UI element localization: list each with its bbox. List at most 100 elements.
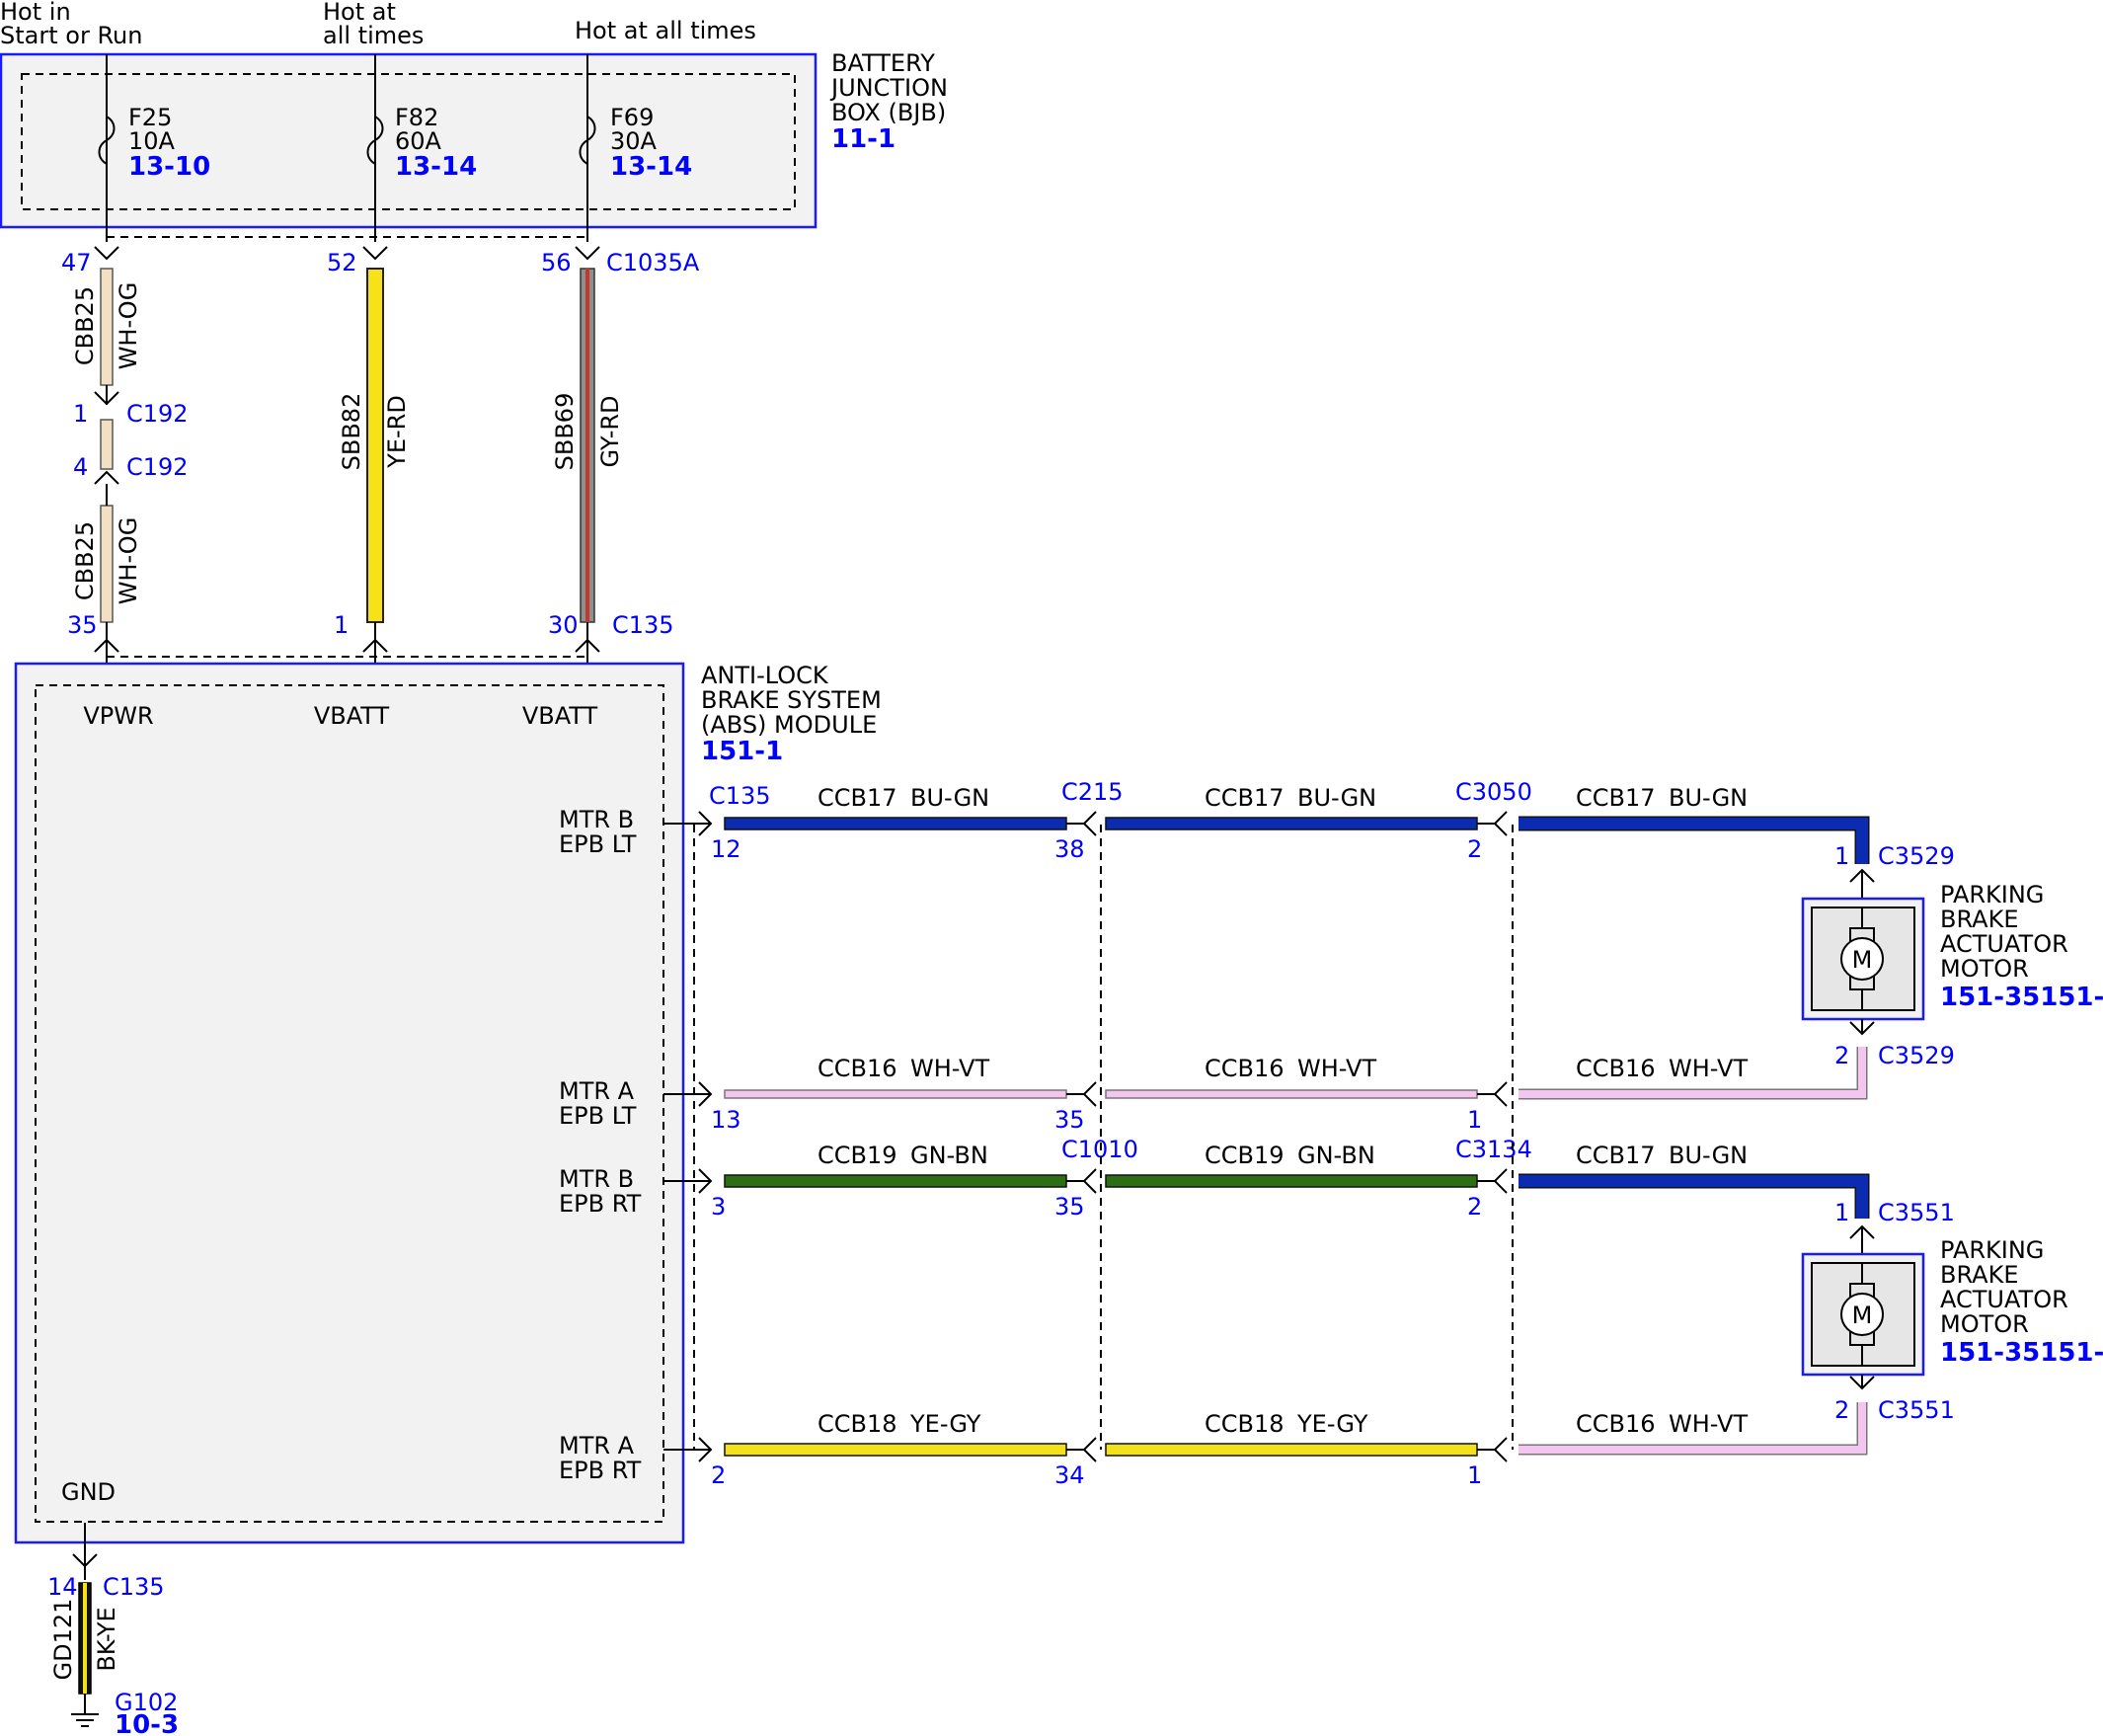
motor-pin-bottom: 2 [1834, 1042, 1849, 1069]
abs-ref: 151-1 [701, 737, 783, 766]
seg3-color: WH-VT [1669, 1410, 1748, 1438]
pin-a: 2 [711, 1461, 726, 1489]
battery-junction-box: BATTERY JUNCTION BOX (BJB) 11-1 F25 10A 13… [0, 49, 948, 242]
right-connector-label: C3134 [1455, 1136, 1532, 1163]
motor-pin-top: 1 [1834, 1199, 1849, 1226]
seg1-circuit: CCB17 [818, 784, 897, 812]
wire-sbb69-color: GY-RD [596, 395, 624, 467]
wire-ccb19-seg1 [724, 1174, 1067, 1188]
c192-pin-1: 1 [73, 400, 88, 428]
motor-connector-bottom: C3529 [1878, 1042, 1955, 1069]
wire-ccb18-seg1 [724, 1443, 1067, 1457]
wiring-diagram: Hot in Start or Run Hot at all times Hot a… [0, 0, 2103, 1736]
pin-a: 13 [711, 1106, 741, 1134]
chevron-left-icon [1493, 811, 1508, 836]
pin-47: 47 [61, 249, 92, 276]
wire-cbb25-jumper [100, 419, 114, 470]
bjb-ref: 11-1 [831, 124, 896, 154]
parking-brake-motor: 1 C3551 M 2 C3551 PARKING BRAKE ACTUATOR MOTOR15… [1801, 1199, 2103, 1424]
motor-name: PARKING BRAKE ACTUATOR MOTOR [1940, 881, 2068, 983]
wire-sbb69-tracer [585, 269, 589, 622]
pin-b: 34 [1054, 1461, 1085, 1489]
pin-c: 1 [1467, 1461, 1482, 1489]
mid-connector-label: C1010 [1061, 1136, 1138, 1163]
pin-a: 12 [711, 835, 741, 863]
wire-sbb69-circuit: SBB69 [551, 393, 579, 471]
fuse-f82-rating: 60A [395, 127, 442, 155]
seg1-color: BU-GN [910, 784, 989, 812]
seg2-color: BU-GN [1297, 784, 1376, 812]
harness-row: 3 CCB19 GN-BN C1010 35 CCB19 GN-BN C3134 2 CCB17 B… [663, 1136, 1870, 1221]
wire-outline [1519, 816, 1870, 864]
bjb-name: BATTERY JUNCTION BOX (BJB) [829, 49, 948, 126]
chevron-down-icon [362, 246, 388, 261]
wire-ccb19-seg2 [1105, 1174, 1478, 1188]
harness-rows: C13512CCB17 BU-GN C21538CCB17 BU-GN C30502CC… [663, 778, 1870, 1489]
seg3-color: WH-VT [1669, 1055, 1748, 1082]
pin-b: 35 [1054, 1193, 1085, 1221]
seg1-circuit: CCB19 [818, 1142, 897, 1169]
pin-1: 1 [334, 611, 349, 639]
seg3-color: BU-GN [1669, 1142, 1748, 1169]
wire-ccb17-seg2 [1105, 817, 1478, 830]
ground-icon [71, 1713, 99, 1727]
pin-52: 52 [327, 249, 357, 276]
wire-ccb17-seg3 [1519, 1175, 1868, 1219]
abs-output-mtrb-lt: MTR B EPB LT [559, 806, 637, 858]
abs-input-vbatt-1: VBATT [314, 702, 390, 730]
c135-label-top: C135 [612, 611, 674, 639]
fuse-f82-ref: 13-14 [395, 152, 477, 182]
wire-cbb25-color: WH-OG [115, 282, 142, 370]
motor-ref: 151-35151-36 [1940, 983, 2103, 1012]
abs-output-mtra-lt: MTR A EPB LT [559, 1077, 637, 1130]
abs-output-mtra-rt: MTR A EPB RT [559, 1432, 642, 1484]
seg1-color: WH-VT [910, 1055, 989, 1082]
c192-pin-4: 4 [73, 453, 88, 481]
parking-brake-motor: 1 C3529 M 2 C3529 PARKING BRAKE ACTUATOR MOTOR15… [1801, 842, 2103, 1069]
pin-c: 2 [1467, 1193, 1482, 1221]
wire-cbb25-upper [100, 268, 114, 386]
c192-label-1: C192 [126, 400, 189, 428]
seg1-color: GN-BN [910, 1142, 988, 1169]
pin-b: 35 [1054, 1106, 1085, 1134]
c192-label-4: C192 [126, 453, 189, 481]
pin-c: 2 [1467, 835, 1482, 863]
feed-label-f69: Hot at all times [575, 17, 756, 44]
seg2-color: YE-GY [1296, 1410, 1368, 1438]
seg1-color: YE-GY [909, 1410, 981, 1438]
mid-connector-label: C215 [1061, 778, 1124, 806]
wire-ccb16-seg1 [724, 1089, 1067, 1099]
fuse-f25-rating: 10A [128, 127, 176, 155]
c135-label: C135 [709, 782, 771, 810]
wire-ccb18-seg2 [1105, 1443, 1478, 1457]
pin-30: 30 [548, 611, 579, 639]
chevron-left-icon [1082, 811, 1097, 836]
seg2-circuit: CCB19 [1205, 1142, 1285, 1169]
wire-sbb82 [366, 268, 384, 623]
abs-input-vpwr: VPWR [83, 702, 153, 730]
motor-pin-bottom: 2 [1834, 1396, 1849, 1424]
chevron-left-icon [1082, 1168, 1097, 1194]
seg2-circuit: CCB17 [1205, 784, 1285, 812]
wire-sbb82-circuit: SBB82 [338, 393, 365, 471]
wire-cbb25-lower-circuit: CBB25 [71, 521, 99, 600]
ground-ref: 10-3 [115, 1710, 179, 1736]
seg3-color: BU-GN [1669, 784, 1748, 812]
chevron-left-icon [1082, 1081, 1097, 1107]
seg2-circuit: CCB16 [1205, 1055, 1285, 1082]
pin-a: 3 [711, 1193, 726, 1221]
seg3-circuit: CCB17 [1576, 784, 1656, 812]
seg3-circuit: CCB17 [1576, 1142, 1656, 1169]
seg3-circuit: CCB16 [1576, 1410, 1656, 1438]
c1035a-label: C1035A [606, 249, 700, 276]
seg3-circuit: CCB16 [1576, 1055, 1656, 1082]
pin-56: 56 [541, 249, 572, 276]
ground-wire-color: BK-YE [93, 1607, 120, 1671]
chevron-left-icon [1493, 1081, 1508, 1107]
feed-labels: Hot in Start or Run Hot at all times Hot a… [0, 0, 756, 49]
chevron-left-icon [1493, 1437, 1508, 1462]
wire-cbb25-lower [100, 505, 114, 623]
abs-name: ANTI-LOCK BRAKE SYSTEM (ABS) MODULE [701, 662, 882, 739]
wire-gd121-tracer [83, 1583, 87, 1694]
seg1-circuit: CCB18 [818, 1410, 897, 1438]
